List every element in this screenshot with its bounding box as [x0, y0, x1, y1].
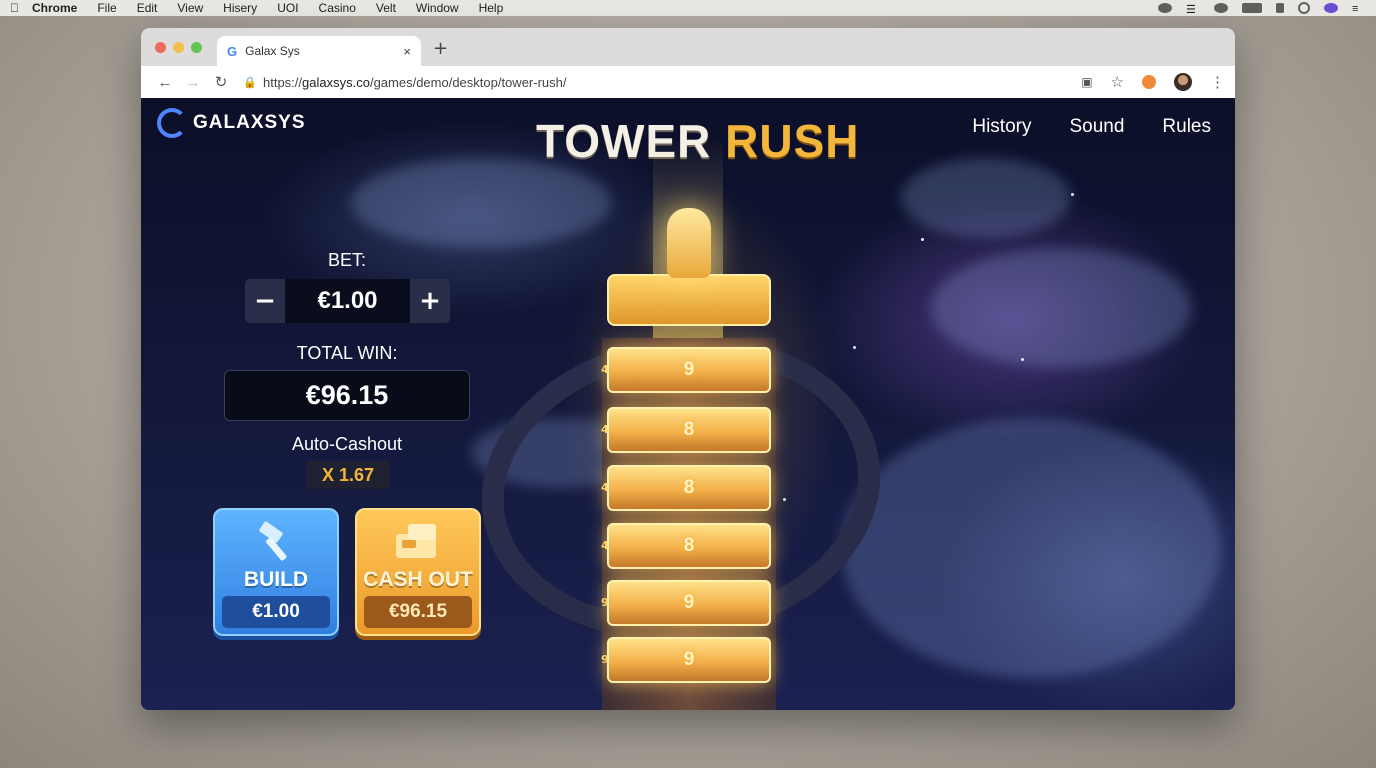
address-bar[interactable]: https://galaxsys.co/games/demo/desktop/t…	[263, 75, 567, 90]
time-machine-icon[interactable]	[1214, 3, 1228, 13]
floor-side-mark: 9	[601, 596, 609, 609]
browser-tab[interactable]: G Galax Sys ×	[217, 36, 421, 66]
menu-kebab-icon[interactable]: ⋮	[1210, 73, 1225, 91]
menu-window[interactable]: Window	[416, 1, 459, 15]
floor-number: 8	[683, 535, 695, 556]
build-label: BUILD	[243, 568, 309, 591]
url-host: galaxsys.co	[302, 74, 370, 90]
menu-uoi[interactable]: UOI	[277, 1, 298, 15]
star-decoration	[1071, 193, 1074, 196]
menubar-status-tray: ☰ ≡	[1158, 2, 1366, 16]
tower-floor: 48	[601, 465, 771, 511]
menu-view[interactable]: View	[177, 1, 203, 15]
game-top-nav: History Sound Rules	[972, 116, 1211, 138]
battery-icon[interactable]	[1242, 3, 1262, 13]
tower-floor: 99	[601, 637, 771, 683]
back-icon[interactable]: ←	[151, 74, 179, 91]
tab-title: Galax Sys	[245, 44, 300, 58]
sound-link[interactable]: Sound	[1069, 116, 1124, 138]
decrease-bet-button[interactable]: −	[245, 286, 285, 316]
menu-chrome[interactable]: Chrome	[32, 1, 77, 15]
minimize-window-button[interactable]	[173, 42, 184, 53]
bookmark-star-icon[interactable]: ☆	[1111, 73, 1124, 91]
floor-number: 9	[683, 592, 695, 613]
menu-casino[interactable]: Casino	[319, 1, 356, 15]
tab-bar: G Galax Sys × +	[141, 28, 1235, 66]
star-decoration	[921, 238, 924, 241]
browser-window: G Galax Sys × + ← → ↻ 🔒 https://galaxsys…	[141, 28, 1235, 710]
history-link[interactable]: History	[972, 116, 1031, 138]
new-tab-button[interactable]: +	[433, 38, 448, 59]
galaxsys-logo-text: GALAXSYS	[193, 112, 306, 133]
wifi-icon[interactable]: ☰	[1186, 3, 1200, 16]
control-center-icon[interactable]: ≡	[1352, 3, 1366, 15]
tower-floor: 48	[601, 407, 771, 453]
bet-stepper: − €1.00 +	[245, 279, 450, 323]
build-button[interactable]: BUILD €1.00	[213, 508, 339, 636]
cloud-decoration	[901, 158, 1071, 238]
browser-toolbar: ← → ↻ 🔒 https://galaxsys.co/games/demo/d…	[141, 66, 1235, 98]
floor-side-mark: 4	[601, 539, 609, 552]
close-tab-icon[interactable]: ×	[403, 44, 411, 59]
cash-out-amount: €96.15	[364, 596, 472, 628]
floor-number: 9	[683, 359, 695, 380]
close-window-button[interactable]	[155, 42, 166, 53]
extension-icon[interactable]	[1142, 75, 1156, 89]
galaxsys-logo: GALAXSYS	[157, 108, 306, 138]
profile-avatar[interactable]	[1174, 73, 1192, 91]
siri-icon[interactable]	[1324, 3, 1338, 13]
menu-velt[interactable]: Velt	[376, 1, 396, 15]
reload-icon[interactable]: ↻	[207, 73, 235, 91]
floor-number: 9	[683, 649, 695, 670]
tower-floor: 49	[601, 347, 771, 393]
url-prefix: https://	[263, 74, 303, 90]
tower-floor: 48	[601, 523, 771, 569]
cloud-decoration	[351, 158, 611, 248]
favicon-icon: G	[227, 43, 238, 59]
floor-number: 8	[683, 419, 695, 440]
translate-icon[interactable]: ▣	[1081, 75, 1092, 89]
star-decoration	[1021, 358, 1024, 361]
tower-top-platform	[607, 274, 771, 326]
menu-edit[interactable]: Edit	[137, 1, 158, 15]
floor-side-mark: 4	[601, 423, 609, 436]
total-win-value: €96.15	[224, 370, 470, 421]
lock-icon[interactable]: 🔒	[241, 76, 259, 89]
auto-cashout-multiplier[interactable]: X 1.67	[307, 461, 389, 489]
cash-out-label: CASH OUT	[363, 568, 473, 591]
cloud-decoration	[931, 248, 1191, 368]
game-canvas[interactable]: GALAXSYS TOWER RUSH History Sound Rules …	[141, 98, 1235, 710]
hammer-icon	[246, 520, 306, 562]
title-word-rush: RUSH	[725, 115, 860, 167]
total-win-label: TOTAL WIN:	[296, 343, 398, 363]
bet-amount: €1.00	[285, 279, 410, 323]
rules-link[interactable]: Rules	[1162, 116, 1211, 138]
tower-floor: 99	[601, 580, 771, 626]
spotlight-search-icon[interactable]	[1298, 2, 1310, 14]
zoom-window-button[interactable]	[191, 42, 202, 53]
macos-menubar:  Chrome File Edit View Hisery UOI Casin…	[0, 0, 1376, 16]
floor-number: 8	[683, 477, 695, 498]
floor-side-mark: 9	[601, 653, 609, 666]
builder-character	[667, 208, 711, 278]
menu-file[interactable]: File	[97, 1, 116, 15]
floor-side-mark: 4	[601, 363, 609, 376]
auto-cashout-label: Auto-Cashout	[291, 434, 403, 454]
phone-icon[interactable]	[1276, 3, 1284, 13]
star-decoration	[853, 346, 856, 349]
cloud-decoration	[841, 418, 1221, 678]
increase-bet-button[interactable]: +	[410, 286, 450, 316]
galaxsys-logo-icon	[157, 108, 187, 138]
screen-record-icon[interactable]	[1158, 3, 1172, 13]
menu-history[interactable]: Hisery	[223, 1, 257, 15]
url-path: /games/demo/desktop/tower-rush/	[369, 74, 567, 90]
apple-icon[interactable]: 	[10, 1, 32, 15]
cash-stack-icon	[388, 520, 448, 562]
bet-label: BET:	[327, 250, 366, 270]
cash-out-button[interactable]: CASH OUT €96.15	[355, 508, 481, 636]
floor-side-mark: 4	[601, 481, 609, 494]
forward-icon[interactable]: →	[179, 74, 207, 91]
menu-help[interactable]: Help	[479, 1, 504, 15]
build-amount: €1.00	[222, 596, 330, 628]
